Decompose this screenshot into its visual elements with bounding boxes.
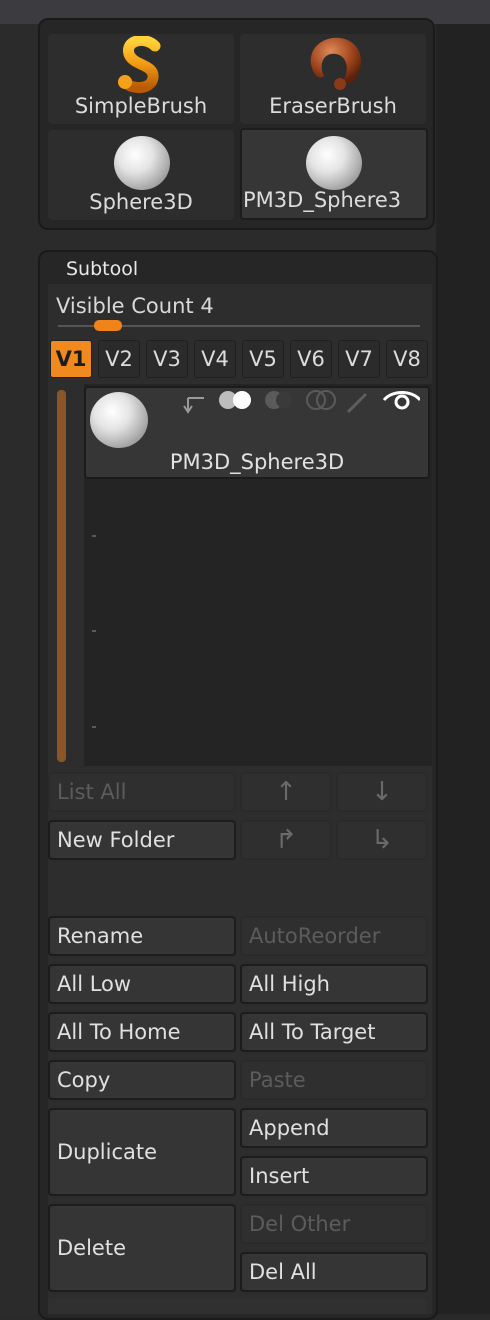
solo-icon[interactable]	[265, 391, 292, 409]
subtool-item-name: PM3D_Sphere3D	[169, 450, 345, 474]
next-row-partial	[48, 1298, 426, 1314]
subtool-item-toggles	[180, 386, 422, 416]
list-all-button[interactable]: List All	[48, 772, 236, 812]
tool-eraser-brush[interactable]: EraserBrush	[240, 34, 426, 124]
visibility-eye-icon[interactable]	[382, 391, 422, 410]
tool-sphere3d[interactable]: Sphere3D	[48, 130, 234, 220]
brush-icon[interactable]	[346, 392, 368, 414]
subtool-list-scrollbar[interactable]	[57, 390, 66, 762]
eraser-brush-icon	[310, 37, 362, 90]
visibility-set-v2[interactable]: V2	[98, 340, 140, 378]
empty-slot-marker	[92, 726, 96, 728]
empty-slot-marker	[92, 630, 96, 632]
rename-button[interactable]: Rename	[48, 916, 236, 956]
polypaint-toggle-icon[interactable]	[219, 391, 251, 409]
sphere-icon	[114, 136, 170, 190]
sphere-icon	[90, 392, 148, 448]
arrow-turn-up-icon: ↱	[275, 825, 297, 855]
insert-button[interactable]: Insert	[240, 1156, 428, 1196]
arrow-turn-down-icon: ↳	[371, 825, 393, 855]
visibility-set-v6[interactable]: V6	[290, 340, 332, 378]
all-high-button[interactable]: All High	[240, 964, 428, 1004]
empty-slot-marker	[92, 535, 96, 537]
tool-label: SimpleBrush	[74, 94, 208, 118]
tool-label: PM3D_Sphere3	[243, 188, 402, 212]
visible-count-label: Visible Count 4	[56, 294, 214, 318]
all-to-target-button[interactable]: All To Target	[240, 1012, 428, 1052]
duplicate-button[interactable]: Duplicate	[48, 1108, 236, 1196]
auto-reorder-button[interactable]: AutoReorder	[240, 916, 428, 956]
arrow-icon[interactable]	[183, 397, 204, 414]
transparency-icon[interactable]	[306, 390, 336, 410]
move-up-button[interactable]: ↑	[240, 772, 332, 812]
sphere-icon	[306, 136, 362, 190]
append-button[interactable]: Append	[240, 1108, 428, 1148]
visibility-set-v5[interactable]: V5	[242, 340, 284, 378]
visibility-set-v8[interactable]: V8	[386, 340, 428, 378]
copy-button[interactable]: Copy	[48, 1060, 236, 1100]
tool-label: Sphere3D	[89, 190, 193, 214]
del-all-button[interactable]: Del All	[240, 1252, 428, 1292]
subtool-title[interactable]: Subtool	[66, 258, 138, 280]
move-into-folder-down-button[interactable]: ↳	[336, 820, 428, 860]
visible-count-slider-thumb[interactable]	[94, 320, 122, 331]
visibility-set-v1[interactable]: V1	[50, 340, 92, 378]
tool-label: EraserBrush	[269, 94, 397, 118]
visibility-set-v7[interactable]: V7	[338, 340, 380, 378]
paste-button[interactable]: Paste	[240, 1060, 428, 1100]
arrow-down-icon: ↓	[371, 777, 393, 807]
move-into-folder-up-button[interactable]: ↱	[240, 820, 332, 860]
all-low-button[interactable]: All Low	[48, 964, 236, 1004]
visibility-set-v4[interactable]: V4	[194, 340, 236, 378]
tool-simple-brush[interactable]: SimpleBrush	[48, 34, 234, 124]
del-other-button[interactable]: Del Other	[240, 1204, 428, 1244]
delete-button[interactable]: Delete	[48, 1204, 236, 1292]
simple-brush-icon	[118, 36, 161, 93]
tool-pm3d-sphere3[interactable]: PM3D_Sphere3	[240, 128, 428, 220]
visibility-set-v3[interactable]: V3	[146, 340, 188, 378]
move-down-button[interactable]: ↓	[336, 772, 428, 812]
arrow-up-icon: ↑	[275, 777, 297, 807]
all-to-home-button[interactable]: All To Home	[48, 1012, 236, 1052]
right-gutter	[436, 24, 490, 1314]
new-folder-button[interactable]: New Folder	[48, 820, 236, 860]
